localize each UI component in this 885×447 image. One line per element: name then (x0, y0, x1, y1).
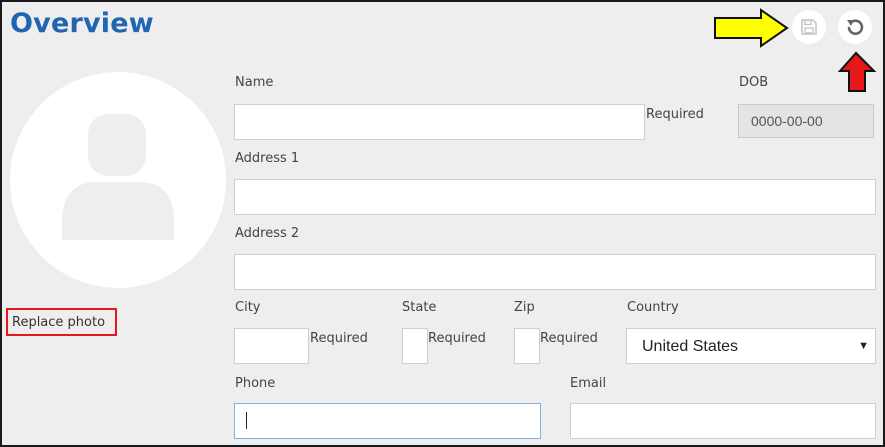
email-input[interactable] (570, 403, 876, 439)
email-label: Email (570, 376, 607, 391)
dob-field: 0000-00-00 (738, 104, 874, 138)
red-arrow-annotation (838, 51, 877, 92)
dropdown-arrow-icon: ▼ (858, 340, 869, 352)
undo-icon (847, 19, 864, 35)
state-label: State (402, 300, 437, 315)
state-input[interactable] (402, 328, 428, 364)
zip-input[interactable] (514, 328, 540, 364)
city-input[interactable] (234, 328, 309, 364)
text-cursor (246, 412, 247, 429)
reset-button[interactable] (838, 10, 872, 44)
replace-photo-link[interactable]: Replace photo (6, 308, 117, 336)
phone-label: Phone (235, 376, 276, 391)
page-title: Overview (10, 8, 154, 39)
zip-required-note: Required (540, 331, 598, 346)
floppy-disk-icon (801, 19, 817, 35)
address2-label: Address 2 (235, 226, 300, 241)
city-required-note: Required (310, 331, 368, 346)
name-input[interactable] (234, 104, 645, 140)
dob-label: DOB (739, 75, 769, 90)
zip-label: Zip (514, 300, 535, 315)
name-required-note: Required (646, 107, 704, 122)
name-label: Name (235, 75, 274, 90)
country-label: Country (627, 300, 679, 315)
address2-input[interactable] (234, 254, 876, 290)
address1-input[interactable] (234, 179, 876, 215)
country-select[interactable]: United States ▼ (626, 328, 876, 364)
user-placeholder-icon (62, 114, 174, 240)
avatar (10, 72, 226, 288)
phone-input[interactable] (234, 403, 541, 439)
country-select-value: United States (642, 338, 739, 355)
yellow-arrow-annotation (714, 8, 789, 48)
address1-label: Address 1 (235, 151, 300, 166)
save-button[interactable] (792, 10, 826, 44)
state-required-note: Required (428, 331, 486, 346)
city-label: City (235, 300, 261, 315)
phone-field[interactable] (234, 403, 541, 439)
